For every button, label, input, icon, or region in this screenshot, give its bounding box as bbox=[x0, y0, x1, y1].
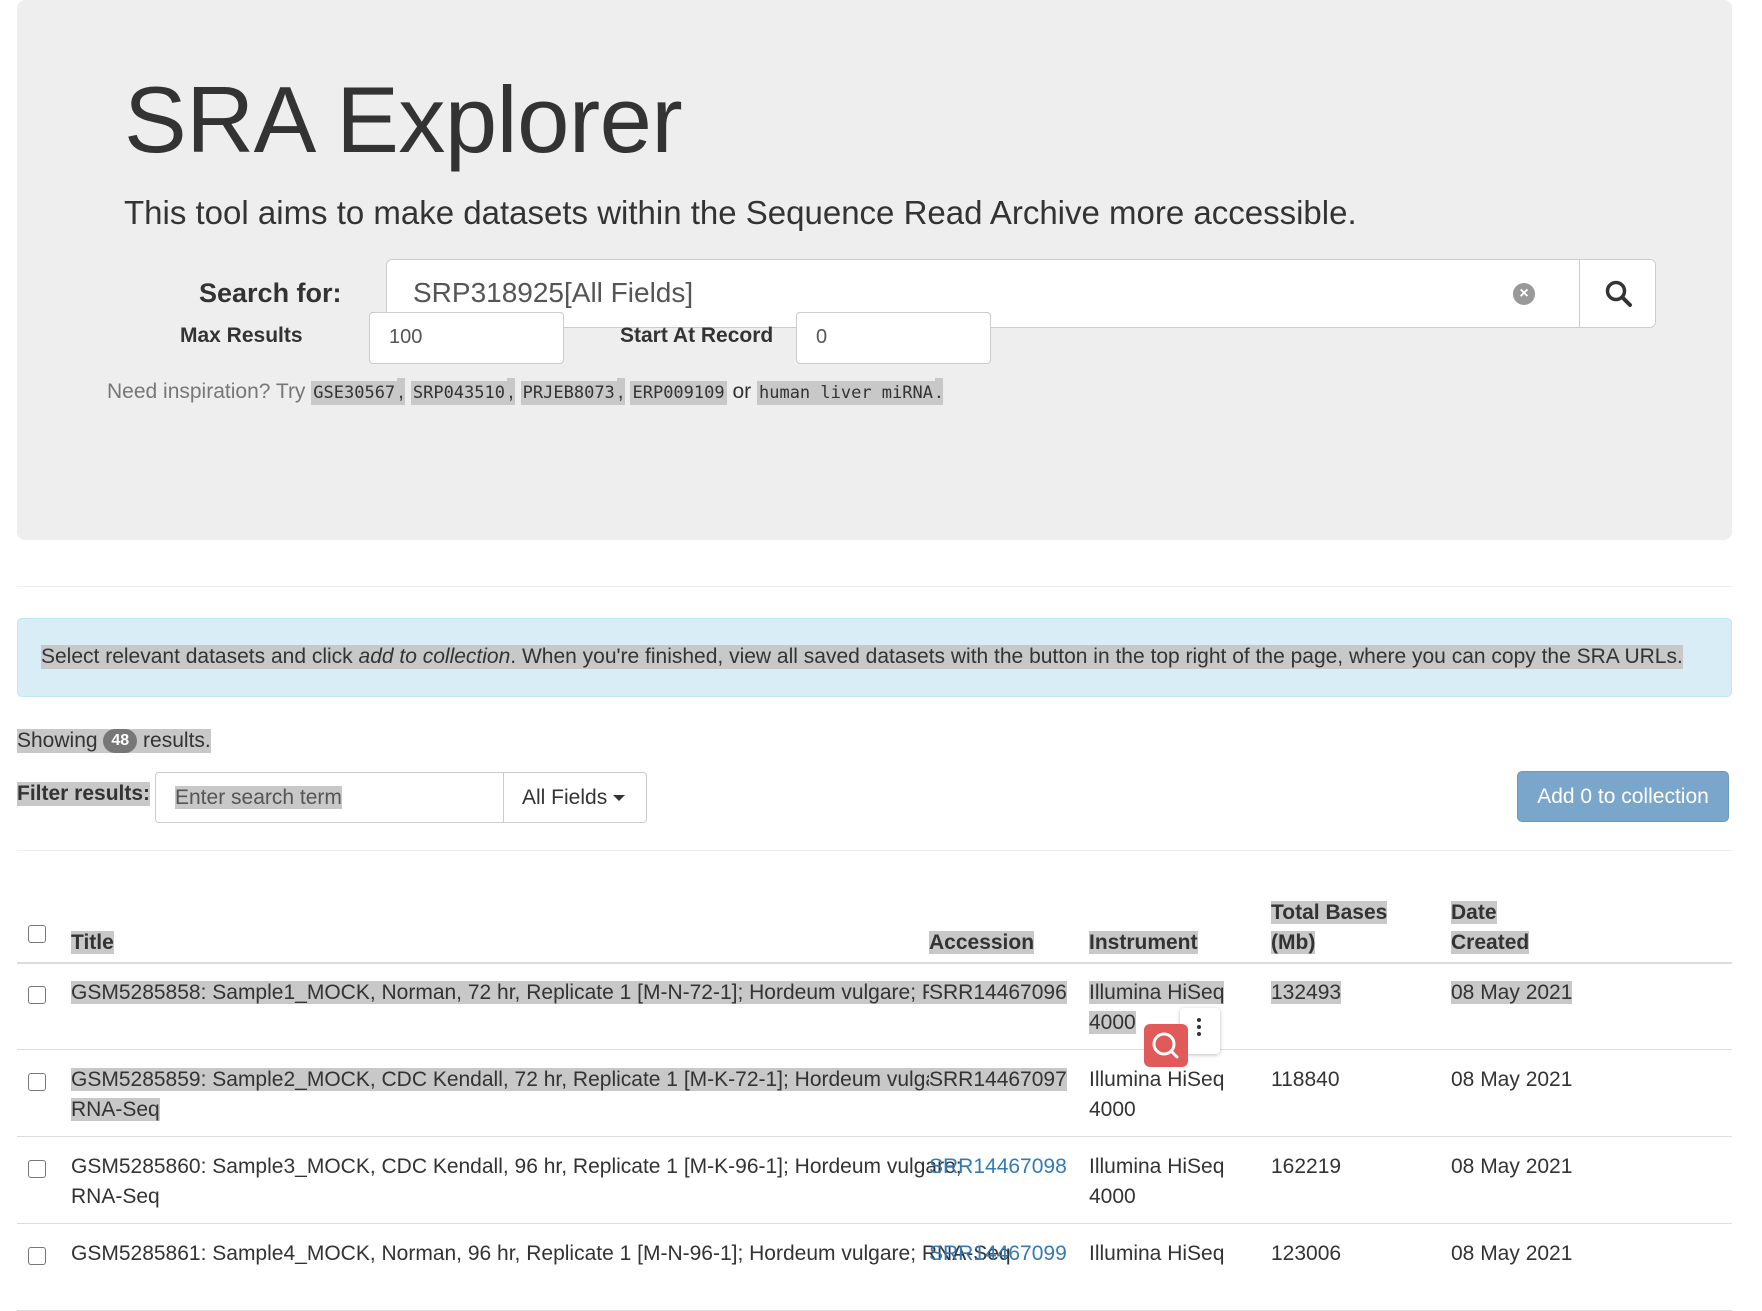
row-instrument-line1: Illumina HiSeq bbox=[1089, 981, 1225, 1004]
separator-comma: , bbox=[397, 378, 406, 405]
search-icon bbox=[1605, 280, 1632, 307]
caret-down-icon bbox=[613, 795, 626, 802]
info-alert: Select relevant datasets and click add t… bbox=[17, 618, 1732, 697]
page-title: SRA Explorer bbox=[124, 67, 683, 172]
row-date: 08 May 2021 bbox=[1451, 1155, 1573, 1178]
inspiration-line: Need inspiration? Try GSE30567, SRP04351… bbox=[107, 378, 943, 405]
table-row[interactable]: GSM5285860: Sample3_MOCK, CDC Kendall, 9… bbox=[17, 1138, 1732, 1224]
search-extension-icon bbox=[1152, 1032, 1179, 1059]
inspiration-prefix: Need inspiration? Try bbox=[107, 380, 306, 403]
select-all-checkbox[interactable] bbox=[28, 925, 46, 943]
floating-extension-toolbar[interactable] bbox=[1144, 1008, 1224, 1067]
row-total-bases: 162219 bbox=[1271, 1155, 1342, 1178]
search-input[interactable]: SRP318925[All Fields] × bbox=[386, 259, 1656, 328]
row-date: 08 May 2021 bbox=[1451, 1242, 1573, 1265]
row-total-bases: 132493 bbox=[1271, 981, 1342, 1004]
filter-placeholder: Enter search term bbox=[175, 786, 342, 809]
row-checkbox[interactable] bbox=[28, 986, 46, 1004]
example-link-human-liver-mirna[interactable]: human liver miRNA bbox=[756, 381, 935, 405]
row-accession[interactable]: SRR14467097 bbox=[929, 1068, 1067, 1091]
search-label: Search for: bbox=[199, 278, 342, 308]
total-bases-header-line2: (Mb) bbox=[1271, 931, 1316, 954]
separator-or: or bbox=[732, 380, 752, 403]
column-header-date-created[interactable]: Date Created bbox=[1451, 898, 1530, 958]
divider bbox=[17, 850, 1732, 851]
start-at-record-label: Start At Record bbox=[620, 324, 774, 347]
total-bases-header-line1: Total Bases bbox=[1271, 901, 1388, 924]
row-title: GSM5285861: Sample4_MOCK, Norman, 96 hr,… bbox=[71, 1242, 1011, 1265]
alert-text-start: Select relevant datasets and click bbox=[41, 645, 359, 668]
row-checkbox[interactable] bbox=[28, 1247, 46, 1265]
row-instrument-line2: 4000 bbox=[1089, 1011, 1136, 1034]
row-title-line1: GSM5285859: Sample2_MOCK, CDC Kendall, 7… bbox=[71, 1068, 962, 1091]
row-title-line2: RNA-Seq bbox=[71, 1098, 160, 1121]
separator-comma: , bbox=[616, 378, 625, 405]
row-title: GSM5285858: Sample1_MOCK, Norman, 72 hr,… bbox=[71, 981, 1011, 1004]
filter-group: Enter search term All Fields bbox=[155, 772, 647, 823]
max-results-input[interactable]: 100 bbox=[369, 312, 564, 364]
row-title-line2: RNA-Seq bbox=[71, 1185, 160, 1208]
example-link-srp043510[interactable]: SRP043510 bbox=[410, 381, 507, 405]
column-header-total-bases[interactable]: Total Bases (Mb) bbox=[1271, 898, 1388, 958]
row-instrument: Illumina HiSeq bbox=[1089, 1242, 1225, 1265]
table-row[interactable]: GSM5285858: Sample1_MOCK, Norman, 72 hr,… bbox=[17, 964, 1732, 1050]
row-checkbox[interactable] bbox=[28, 1073, 46, 1091]
row-instrument-line1: Illumina HiSeq bbox=[1089, 1068, 1225, 1091]
row-accession-link[interactable]: SRR14467099 bbox=[929, 1242, 1067, 1265]
jumbotron: SRA Explorer This tool aims to make data… bbox=[17, 0, 1732, 540]
alert-text-end: . When you're finished, view all saved d… bbox=[510, 645, 1683, 668]
row-title: GSM5285860: Sample3_MOCK, CDC Kendall, 9… bbox=[71, 1152, 962, 1212]
row-total-bases: 118840 bbox=[1271, 1068, 1340, 1091]
showing-suffix: results. bbox=[143, 729, 211, 752]
separator-period: . bbox=[934, 378, 943, 405]
results-summary: Showing 48 results. bbox=[17, 729, 211, 754]
example-link-gse30567[interactable]: GSE30567 bbox=[311, 381, 398, 405]
results-count-badge: 48 bbox=[103, 729, 138, 754]
divider bbox=[17, 586, 1732, 587]
search-extension-button[interactable] bbox=[1144, 1024, 1188, 1067]
info-alert-text: Select relevant datasets and click add t… bbox=[41, 645, 1683, 669]
row-instrument-line2: 4000 bbox=[1089, 1098, 1136, 1121]
more-vertical-icon bbox=[1197, 1018, 1201, 1039]
column-header-accession[interactable]: Accession bbox=[929, 931, 1035, 954]
date-header-line1: Date bbox=[1451, 901, 1497, 924]
row-total-bases: 123006 bbox=[1271, 1242, 1342, 1265]
page-lead: This tool aims to make datasets within t… bbox=[124, 194, 1357, 231]
row-instrument-line2: 4000 bbox=[1089, 1185, 1136, 1208]
filter-field-label: All Fields bbox=[522, 786, 608, 809]
table-row[interactable]: GSM5285861: Sample4_MOCK, Norman, 96 hr,… bbox=[17, 1225, 1732, 1311]
row-checkbox[interactable] bbox=[28, 1160, 46, 1178]
row-instrument: Illumina HiSeq 4000 bbox=[1089, 1065, 1224, 1125]
row-date: 08 May 2021 bbox=[1451, 981, 1573, 1004]
column-header-title[interactable]: Title bbox=[71, 931, 114, 954]
search-input-value[interactable]: SRP318925[All Fields] bbox=[413, 277, 693, 309]
filter-label: Filter results: bbox=[17, 782, 151, 806]
row-accession[interactable]: SRR14467096 bbox=[929, 981, 1067, 1004]
add-to-collection-button[interactable]: Add 0 to collection bbox=[1517, 771, 1729, 822]
separator-comma: , bbox=[506, 378, 515, 405]
search-button[interactable] bbox=[1579, 260, 1655, 327]
table-row[interactable]: GSM5285859: Sample2_MOCK, CDC Kendall, 7… bbox=[17, 1051, 1732, 1137]
column-header-instrument[interactable]: Instrument bbox=[1089, 931, 1198, 954]
row-instrument: Illumina HiSeq 4000 bbox=[1089, 1152, 1224, 1212]
filter-field-dropdown[interactable]: All Fields bbox=[504, 773, 646, 822]
start-at-record-input[interactable]: 0 bbox=[796, 312, 991, 364]
date-header-line2: Created bbox=[1451, 931, 1530, 954]
alert-text-emphasis: add to collection bbox=[358, 645, 511, 668]
clear-icon[interactable]: × bbox=[1513, 283, 1535, 305]
row-instrument-line1: Illumina HiSeq bbox=[1089, 1155, 1225, 1178]
example-link-erp009109[interactable]: ERP009109 bbox=[630, 381, 727, 405]
row-accession-link[interactable]: SRR14467098 bbox=[929, 1155, 1067, 1178]
row-title: GSM5285859: Sample2_MOCK, CDC Kendall, 7… bbox=[71, 1065, 962, 1125]
row-title-line1: GSM5285860: Sample3_MOCK, CDC Kendall, 9… bbox=[71, 1155, 962, 1178]
example-link-prjeb8073[interactable]: PRJEB8073 bbox=[520, 381, 617, 405]
filter-input[interactable]: Enter search term bbox=[156, 773, 504, 822]
row-date: 08 May 2021 bbox=[1451, 1068, 1573, 1091]
max-results-label: Max Results bbox=[180, 324, 303, 347]
showing-prefix: Showing bbox=[17, 729, 98, 752]
